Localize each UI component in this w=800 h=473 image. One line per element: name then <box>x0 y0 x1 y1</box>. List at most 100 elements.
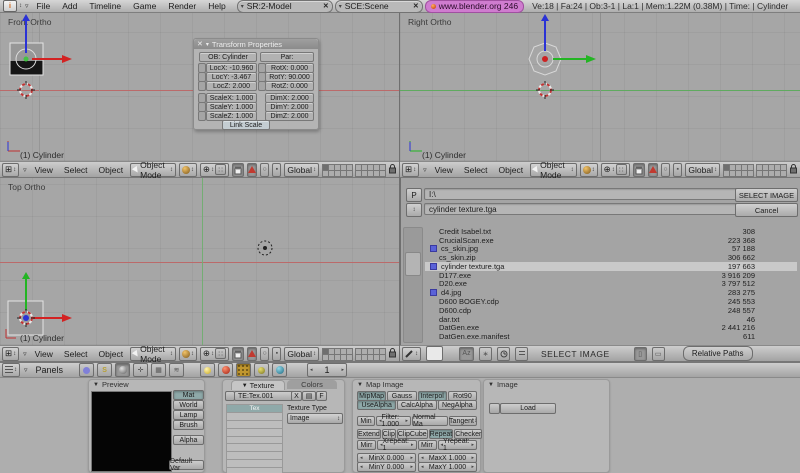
shading-context-icon[interactable] <box>115 363 130 377</box>
lock-icon[interactable] <box>388 163 397 176</box>
lock-icon[interactable] <box>789 163 798 176</box>
texture-slot[interactable] <box>226 437 283 445</box>
auto-name-car-icon[interactable]: ▤ <box>302 391 316 401</box>
menu-render[interactable]: Render <box>163 1 201 11</box>
radiosity-subcontext-icon[interactable] <box>254 363 269 377</box>
preview-mat-button[interactable]: Mat <box>173 390 204 400</box>
frame-number-field[interactable]: ◂1▸ <box>307 363 347 377</box>
tab-texture[interactable]: ▼Texture <box>231 380 285 390</box>
transform-panel-header[interactable]: ✕ ▾ Transform Properties <box>194 39 318 49</box>
layer-buttons[interactable] <box>355 348 385 360</box>
layer-buttons[interactable] <box>322 164 352 176</box>
mode-dropdown[interactable]: Object Mode↕ <box>530 163 577 177</box>
preview-world-button[interactable]: World <box>173 400 204 410</box>
file-row[interactable]: D600.cdp248 557 <box>425 306 797 315</box>
translate-manipulator-icon[interactable] <box>648 163 658 177</box>
menu-game[interactable]: Game <box>128 1 161 11</box>
screen-dropdown-icon[interactable]: ▾ <box>241 3 244 10</box>
yrepeat-field[interactable]: ◂Yrepeat: 1▸ <box>438 440 478 450</box>
scale-manipulator-icon[interactable]: ▪ <box>272 163 281 177</box>
scale-manipulator-icon[interactable]: ▪ <box>673 163 682 177</box>
loc-z-lock-icon[interactable] <box>198 81 206 91</box>
map-image-panel-header[interactable]: ▼Map Image <box>353 380 480 389</box>
file-row[interactable]: d4.jpg283 275 <box>425 288 797 297</box>
pivot-dropdown[interactable]: ⊕↕∷ <box>601 163 630 177</box>
blender-logo-icon[interactable]: i <box>3 0 17 12</box>
panel-close-icon[interactable]: ✕ <box>197 40 203 48</box>
sort-extension-icon[interactable]: ∗ <box>479 347 492 361</box>
panel-collapse-icon[interactable]: ▼ <box>357 382 363 388</box>
mirr-y-toggle[interactable]: Mirr <box>418 440 437 450</box>
editor-type-dropdown[interactable]: ↕ <box>402 347 421 361</box>
dim-z-field[interactable]: DimZ: 2.000 <box>265 111 314 121</box>
file-row[interactable]: Credit Isabel.txt308 <box>425 227 797 236</box>
file-row[interactable]: cs_skin.zip306 662 <box>425 253 797 262</box>
image-panel-header[interactable]: ▼Image <box>484 380 609 389</box>
pivot-align-icon[interactable]: ∷ <box>215 164 226 175</box>
manipulator-hand-icon[interactable] <box>232 347 244 361</box>
tab-colors[interactable]: Colors <box>287 380 337 389</box>
world-subcontext-icon[interactable] <box>272 363 287 377</box>
pivot-align-icon[interactable]: ∷ <box>616 164 627 175</box>
rotate-manipulator-icon[interactable]: ○ <box>260 163 269 177</box>
preview-panel-header[interactable]: ▼Preview <box>89 380 204 389</box>
sort-time-icon[interactable] <box>497 347 510 361</box>
ob-name-field[interactable]: OB: Cylinder <box>199 52 257 62</box>
screen-selector[interactable]: ▾ SR:2-Model ✕ <box>237 0 333 13</box>
rotate-manipulator-icon[interactable]: ○ <box>260 347 269 361</box>
texture-type-dropdown[interactable]: Image↕ <box>287 413 343 424</box>
panel-collapse-icon[interactable]: ▾ <box>206 41 209 48</box>
file-row[interactable]: DatGen.exe2 441 216 <box>425 323 797 332</box>
preview-brush-button[interactable]: Brush <box>173 420 204 430</box>
menu-view[interactable]: View <box>31 165 57 175</box>
tangent-dropdown[interactable]: Tangent↕ <box>449 416 477 426</box>
calcalpha-toggle[interactable]: CalcAlpha <box>397 400 436 410</box>
rotate-manipulator-icon[interactable]: ○ <box>661 163 670 177</box>
script-context-icon[interactable]: S <box>97 363 112 377</box>
sort-size-icon[interactable] <box>515 347 528 361</box>
manipulator-hand-icon[interactable] <box>232 163 244 177</box>
orientation-dropdown[interactable]: Global↕ <box>284 163 319 177</box>
texture-slot[interactable] <box>226 460 283 468</box>
parent-dir-button[interactable]: P <box>406 188 422 202</box>
viewport-top[interactable]: Top Ortho (1) Cylinder <box>0 178 399 345</box>
editor-type-dropdown[interactable]: ⊞↕ <box>2 163 19 177</box>
draw-type-dropdown[interactable]: ↕ <box>179 347 197 361</box>
editor-type-dropdown[interactable]: ↕ <box>2 363 20 377</box>
mode-dropdown[interactable]: Object Mode↕ <box>130 347 176 361</box>
pivot-dropdown[interactable]: ⊕↕∷ <box>200 163 229 177</box>
scene-dropdown-icon[interactable]: ▾ <box>339 3 342 10</box>
orientation-dropdown[interactable]: Global↕ <box>685 163 720 177</box>
texture-slot[interactable] <box>226 421 283 429</box>
select-image-button[interactable]: SELECT IMAGE <box>735 188 798 202</box>
scale-z-lock-icon[interactable] <box>198 111 206 121</box>
menu-object[interactable]: Object <box>95 165 128 175</box>
scrollbar-handle[interactable] <box>405 252 421 276</box>
texture-subcontext-icon[interactable] <box>236 363 251 377</box>
lock-icon[interactable] <box>388 347 397 360</box>
layer-buttons[interactable] <box>322 348 352 360</box>
scene-selector[interactable]: ▾ SCE:Scene ✕ <box>335 0 423 13</box>
scale-manipulator-icon[interactable]: ▪ <box>272 347 281 361</box>
panel-collapse-icon[interactable]: ▼ <box>488 382 494 388</box>
lamp-subcontext-icon[interactable] <box>200 363 215 377</box>
parent-field[interactable]: Par: <box>260 52 314 62</box>
editing-context-icon[interactable]: ▦ <box>151 363 166 377</box>
texture-slot[interactable] <box>226 444 283 452</box>
fullscreen-toggle-icon[interactable] <box>426 346 443 361</box>
editor-type-dropdown[interactable]: ⊞↕ <box>402 163 419 177</box>
file-row[interactable]: cs_skin.jpg57 188 <box>425 245 797 254</box>
window-split-icon[interactable]: ↕ <box>19 3 22 9</box>
maxy-field[interactable]: ◂MaxY 1.000▸ <box>418 462 477 472</box>
mode-dropdown[interactable]: Object Mode↕ <box>130 163 176 177</box>
relative-paths-button[interactable]: Relative Paths <box>683 346 753 361</box>
menu-add[interactable]: Add <box>57 1 82 11</box>
menu-object[interactable]: Object <box>95 349 128 359</box>
vertical-splitter[interactable] <box>399 13 400 362</box>
layer-buttons[interactable] <box>355 164 385 176</box>
translate-manipulator-icon[interactable] <box>247 163 257 177</box>
file-row[interactable]: D600 BOGEY.cdp245 553 <box>425 297 797 306</box>
menu-view[interactable]: View <box>31 349 57 359</box>
usealpha-toggle[interactable]: UseAlpha <box>357 400 396 410</box>
menu-select[interactable]: Select <box>460 165 492 175</box>
